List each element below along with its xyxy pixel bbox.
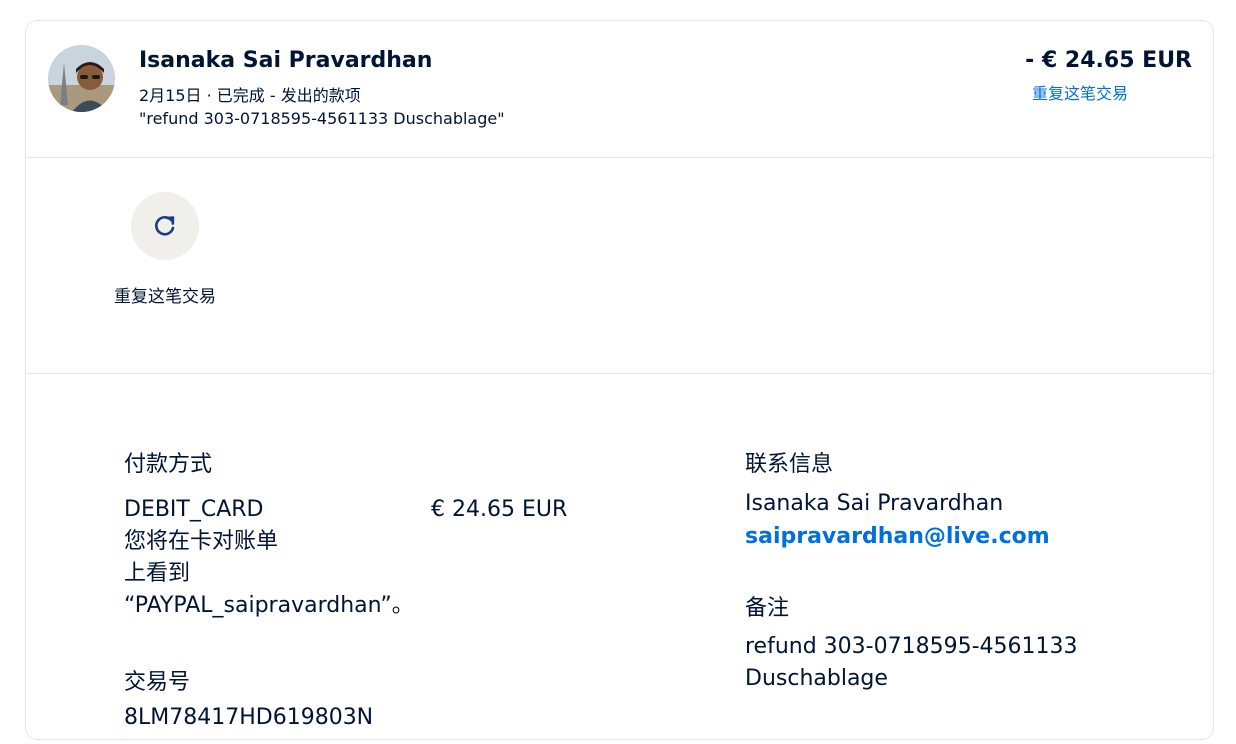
memo-text: Duschablage: [745, 666, 888, 691]
payment-amount: € 24.65 EUR: [431, 497, 568, 522]
contact-info-heading: 联系信息: [745, 452, 834, 477]
counterparty-name: Isanaka Sai Pravardhan: [139, 48, 433, 73]
payment-method-heading: 付款方式: [124, 452, 213, 477]
memo-text: refund 303-0718595-4561133: [745, 634, 1078, 659]
repeat-transaction-label: 重复这笔交易: [114, 287, 216, 307]
transaction-id-heading: 交易号: [124, 670, 191, 695]
repeat-transaction-button[interactable]: [131, 192, 199, 260]
transaction-header: Isanaka Sai Pravardhan 2月15日 · 已完成 - 发出的…: [26, 21, 1213, 158]
refresh-icon: [155, 215, 175, 236]
repeat-transaction-link[interactable]: 重复这笔交易: [1032, 80, 1128, 104]
transaction-card: Isanaka Sai Pravardhan 2月15日 · 已完成 - 发出的…: [25, 20, 1214, 740]
avatar-photo-icon: [48, 45, 115, 112]
details-section: 付款方式 DEBIT_CARD € 24.65 EUR 您将在卡对账单 上看到 …: [26, 374, 1213, 744]
payment-method: DEBIT_CARD: [124, 497, 264, 522]
contact-name: Isanaka Sai Pravardhan: [745, 491, 1004, 516]
avatar: [48, 45, 115, 112]
actions-section: 重复这笔交易: [26, 158, 1213, 374]
memo-heading: 备注: [745, 596, 790, 621]
contact-email-link[interactable]: saipravardhan@live.com: [745, 521, 1050, 553]
statement-info-line: 上看到: [124, 561, 191, 586]
transaction-date-status: 2月15日 · 已完成 - 发出的款项: [139, 86, 361, 105]
transaction-note: "refund 303-0718595-4561133 Duschablage": [139, 109, 505, 128]
statement-descriptor: “PAYPAL_saipravardhan”。: [124, 593, 414, 618]
statement-info-line: 您将在卡对账单: [124, 529, 279, 554]
transaction-amount: - € 24.65 EUR: [1025, 48, 1192, 73]
